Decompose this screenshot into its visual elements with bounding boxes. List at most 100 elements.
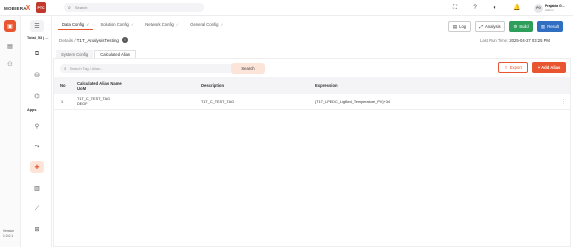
trend-icon: ⤳ [34, 143, 40, 150]
logo-mark: X [25, 4, 31, 12]
analysis-button-label: Analysis [485, 24, 501, 29]
check-circle-icon: ✓ [220, 22, 224, 27]
alias-filter[interactable]: ⌕ [60, 64, 235, 73]
apps-label: Apps [27, 108, 37, 112]
last-run-value: 2025-04-27 03:25 PM [509, 38, 550, 43]
breadcrumb: Details / T1T_AnalysisTesting i [59, 37, 128, 43]
tab-label: Solution Config [100, 22, 129, 27]
tab-label: Data Config [62, 22, 85, 27]
line-chart-icon: ⟋ [34, 205, 40, 212]
cell-alias-name: T1T_C_TEST_TAG DEGF [77, 94, 110, 110]
sub-tabs: System Config Calculated Alias [56, 50, 137, 58]
tab-general-config[interactable]: General Config ✓ [186, 20, 228, 30]
sub-database-button[interactable]: ⛁ [30, 69, 44, 81]
users-icon: ⚇ [7, 61, 13, 68]
app-line-chart-button[interactable]: ⟋ [30, 203, 44, 215]
app-trend-button[interactable]: ⤳ [30, 141, 44, 153]
fullscreen-icon[interactable]: ⛶ [451, 4, 459, 12]
calculation-icon: ✚ [34, 164, 40, 171]
hamburger-icon: ☰ [34, 23, 40, 30]
col-uom-label: UoM [77, 85, 87, 91]
cell-uom-value: DEGF [77, 102, 88, 106]
cell-no: 1 [61, 99, 64, 104]
build-button[interactable]: ⚙ Build [509, 21, 533, 32]
global-search-input[interactable] [74, 5, 195, 10]
document-icon: ▤ [7, 43, 13, 50]
menu-toggle-button[interactable]: ☰ [30, 20, 44, 32]
alias-filter-input[interactable] [69, 66, 220, 71]
col-expression: Expression [315, 83, 338, 88]
info-icon[interactable]: i [122, 37, 128, 43]
user-menu[interactable]: PG Prajakta G... Admin [534, 2, 565, 14]
tab-network-config[interactable]: Network Config ✓ [141, 20, 183, 30]
app-analytics-button[interactable]: ⚲ [30, 120, 44, 132]
search-icon: ⌕ [68, 4, 71, 11]
secondary-nav: ☰ Total_53 | ... ⧉ ⛁ ⌬ Apps ⚲ ⤳ ✚ ▥ ⟋ ⊞ [22, 16, 52, 247]
app-chart-button[interactable]: ▥ [30, 182, 44, 194]
user-role: Admin [545, 8, 554, 12]
tab-label: Network Config [145, 22, 174, 27]
global-search[interactable]: ⌕ [64, 3, 204, 12]
table-header: No Calculated Alias Name UoM Description… [54, 77, 570, 94]
log-button-label: Log [459, 24, 467, 29]
layers-icon: ⧉ [34, 50, 40, 57]
search-icon: ⌕ [64, 66, 67, 71]
version-number: 1.0.0.1 [3, 234, 14, 238]
export-icon: ⇪ [504, 65, 508, 70]
config-tabs: Data Config ✓ Solution Config ✓ Network … [58, 20, 231, 30]
analysis-button[interactable]: ⤢ Analysis [475, 21, 505, 32]
last-run-label: Last Run Time: [480, 38, 509, 43]
col-alias-name: Calculated Alias Name UoM [77, 77, 122, 94]
cell-description: T1T_C_TEST_TAG [201, 99, 235, 104]
build-button-label: Build [519, 24, 529, 29]
breadcrumb-root[interactable]: Details / [59, 38, 76, 43]
check-circle-icon: ✓ [130, 22, 135, 27]
left-rail: ▣ ▤ ⚇ Version 1.0.0.1 [0, 16, 21, 247]
rail-users-button[interactable]: ⚇ [4, 58, 16, 70]
tab-system-config[interactable]: System Config [56, 50, 94, 58]
app-calculation-button[interactable]: ✚ [30, 161, 44, 173]
database-icon: ⛁ [34, 72, 40, 79]
analysis-icon: ⤢ [479, 24, 483, 29]
analytics-icon: ⚲ [34, 123, 40, 130]
tag-icon: ⌬ [34, 93, 40, 100]
bar-chart-icon: ▥ [34, 185, 40, 192]
check-circle-icon: ✓ [175, 22, 180, 27]
calculated-alias-panel: ⌕ Search ⇪Export + Add Alias No Calculat… [53, 58, 571, 247]
cell-expression: {T1T_LPEDC_LigBed_Temperature_PV}+34 [315, 99, 391, 104]
help-icon[interactable]: ? [471, 4, 479, 12]
rail-projects-button[interactable]: ▣ [4, 20, 16, 32]
table-row[interactable]: 1 T1T_C_TEST_TAG DEGF T1T_C_TEST_TAG {T1… [54, 94, 570, 110]
breadcrumb-current: T1T_AnalysisTesting [76, 37, 119, 43]
rail-documents-button[interactable]: ▤ [4, 40, 16, 52]
add-alias-button[interactable]: + Add Alias [532, 62, 566, 73]
row-menu-icon[interactable]: ⋮ [561, 94, 566, 110]
log-button[interactable]: ▤ Log [448, 21, 471, 32]
sub-layers-button[interactable]: ⧉ [30, 48, 44, 60]
logo-text: MOBIERA [4, 5, 27, 11]
export-label: Export [509, 65, 522, 70]
col-no: No [60, 83, 66, 88]
theme-toggle-icon[interactable]: ◐ [491, 4, 499, 12]
avatar: PG [534, 3, 543, 13]
sub-tag-button[interactable]: ⌬ [30, 90, 44, 102]
result-icon: ▥ [540, 23, 546, 29]
check-circle-icon: ✓ [86, 22, 90, 27]
result-button[interactable]: ▥ Result [537, 21, 563, 32]
notification-bell-icon[interactable]: 🔔 [513, 4, 521, 12]
col-description: Description [201, 83, 225, 88]
build-icon: ⚙ [513, 23, 518, 29]
logo: MOBIERA X [4, 3, 30, 13]
main-content: Data Config ✓ Solution Config ✓ Network … [53, 16, 573, 247]
top-bar: MOBIERA X PTC ⌕ ⛶ ? ◐ 🔔 PG Prajakta G...… [0, 0, 573, 16]
grid-icon: ⊞ [34, 226, 40, 233]
export-button[interactable]: ⇪ Export [498, 62, 528, 73]
search-button[interactable]: Search [231, 63, 265, 74]
app-grid-button[interactable]: ⊞ [30, 223, 44, 235]
result-button-label: Result [547, 24, 560, 29]
tab-calculated-alias[interactable]: Calculated Alias [94, 50, 137, 58]
tab-data-config[interactable]: Data Config ✓ [58, 20, 94, 30]
log-icon: ▤ [452, 23, 458, 29]
tab-solution-config[interactable]: Solution Config ✓ [96, 20, 138, 30]
version-info: Version 1.0.0.1 [3, 229, 14, 239]
